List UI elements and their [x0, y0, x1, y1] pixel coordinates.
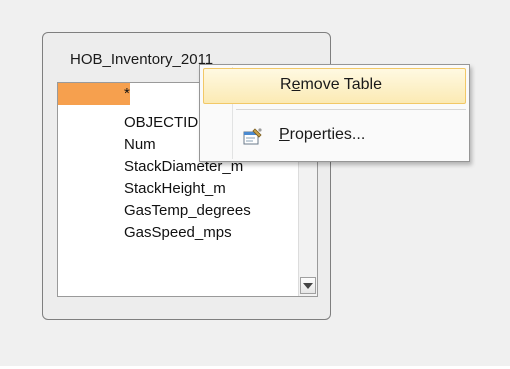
- properties-label: Properties...: [279, 126, 366, 143]
- field-row-num[interactable]: Num: [58, 134, 156, 156]
- query-design-canvas[interactable]: HOB_Inventory_2011 * OBJECTID Num StackD…: [0, 0, 510, 366]
- scroll-down-button[interactable]: [300, 277, 316, 294]
- context-menu: Remove Table Properties...: [199, 64, 470, 162]
- field-row-gastemp[interactable]: GasTemp_degrees: [58, 200, 251, 222]
- field-row-stackheight[interactable]: StackHeight_m: [58, 178, 226, 200]
- menu-mnemonic: e: [291, 76, 301, 93]
- menu-item-label: Remove Table: [280, 76, 382, 94]
- menu-item-properties[interactable]: Properties...: [203, 119, 466, 155]
- field-row-objectid[interactable]: OBJECTID: [58, 112, 198, 134]
- field-row-gasspeed[interactable]: GasSpeed_mps: [58, 222, 232, 244]
- properties-icon: [243, 128, 263, 146]
- remove-table-label: Remove Table: [280, 76, 382, 93]
- menu-item-remove-table[interactable]: Remove Table: [203, 68, 466, 104]
- menu-item-label: Properties...: [279, 126, 365, 144]
- field-row-all[interactable]: *: [58, 83, 130, 105]
- menu-mnemonic: P: [279, 126, 290, 143]
- chevron-down-icon: [303, 282, 313, 289]
- menu-separator: [236, 109, 466, 110]
- table-title[interactable]: HOB_Inventory_2011: [70, 51, 213, 68]
